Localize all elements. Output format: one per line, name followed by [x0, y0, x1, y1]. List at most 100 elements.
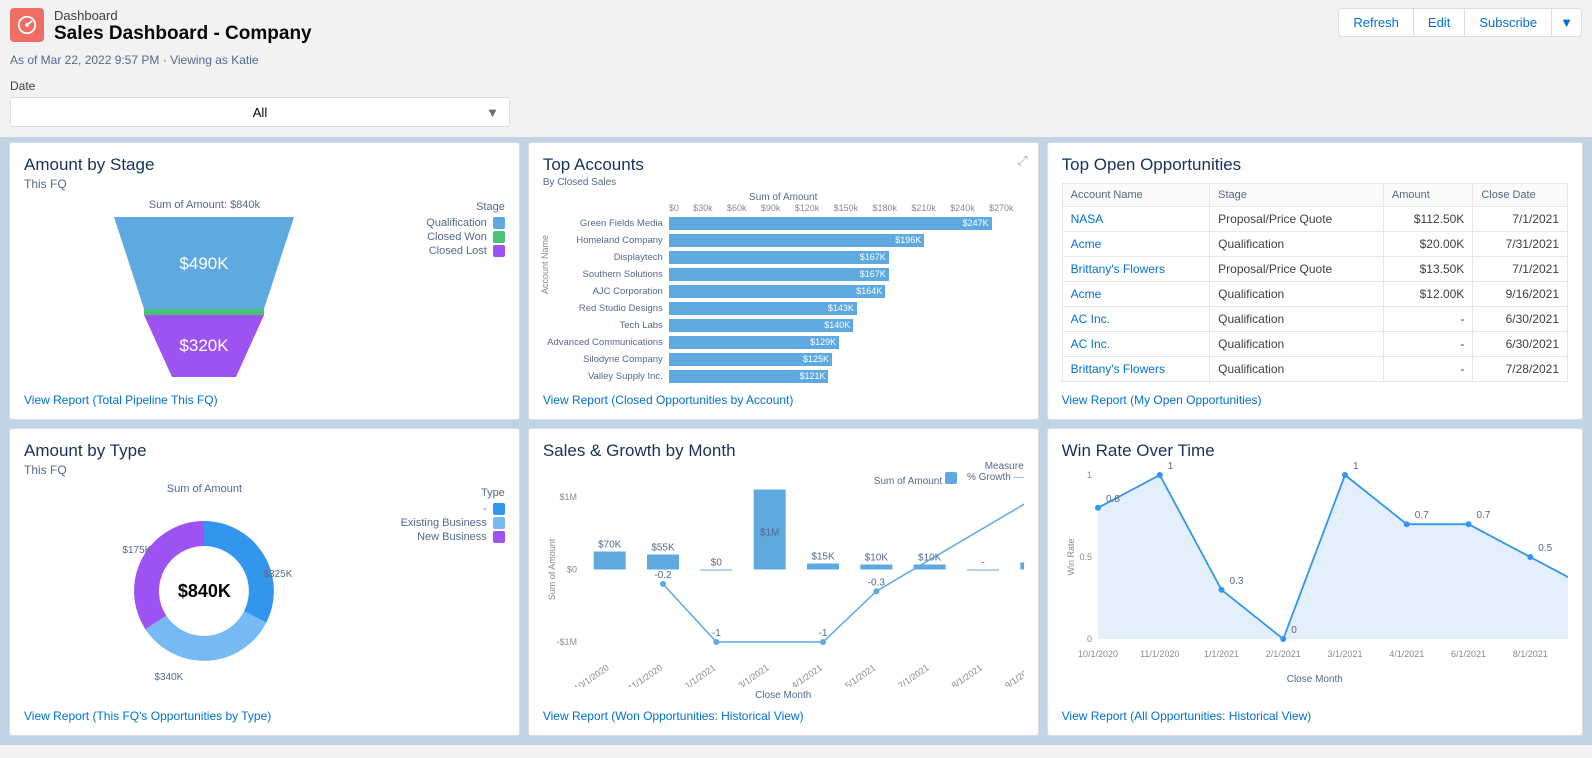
opportunities-table: Account NameStageAmountClose Date NASAPr…	[1062, 183, 1568, 382]
bars-x-axis: $0$30k$60k$90k$120k$150k$180k$210k$240k$…	[669, 203, 1024, 213]
bar-row: Red Studio Designs$143K	[543, 300, 1024, 316]
dashboard-icon	[10, 8, 44, 42]
svg-text:$490K: $490K	[180, 254, 230, 273]
svg-text:Win Rate: Win Rate	[1066, 538, 1076, 575]
table-header[interactable]: Amount	[1383, 184, 1472, 207]
view-report-link[interactable]: View Report (Closed Opportunities by Acc…	[543, 393, 1024, 407]
bars-title: Sum of Amount	[543, 192, 1024, 203]
chevron-down-icon: ▼	[486, 105, 499, 120]
edit-button[interactable]: Edit	[1413, 8, 1465, 37]
color-swatch	[493, 231, 505, 243]
expand-icon[interactable]: ⤢	[1017, 153, 1027, 169]
svg-text:0.3: 0.3	[1229, 576, 1243, 587]
legend-item: Qualification	[385, 217, 505, 229]
bars-y-label: Account Name	[540, 235, 550, 294]
svg-text:0.7: 0.7	[1414, 510, 1428, 521]
funnel-legend: Stage Qualification Closed Won Closed Lo…	[385, 191, 505, 259]
subscribe-button[interactable]: Subscribe	[1464, 8, 1552, 37]
svg-text:-1: -1	[818, 628, 827, 639]
card-subtitle: This FQ	[24, 177, 505, 191]
card-title: Amount by Type	[24, 441, 505, 461]
svg-text:1: 1	[1167, 461, 1173, 472]
table-header[interactable]: Close Date	[1473, 184, 1568, 207]
account-link[interactable]: Brittany's Flowers	[1062, 357, 1210, 382]
view-report-link[interactable]: View Report (All Opportunities: Historic…	[1062, 709, 1568, 723]
color-swatch	[493, 531, 505, 543]
card-subtitle: This FQ	[24, 463, 505, 477]
account-link[interactable]: Acme	[1062, 232, 1210, 257]
card-win-rate: Win Rate Over Time 10.50Win Rate0.810.30…	[1047, 428, 1583, 736]
refresh-button[interactable]: Refresh	[1338, 8, 1414, 37]
svg-text:10/1/2020: 10/1/2020	[572, 662, 611, 687]
card-subtitle: By Closed Sales	[543, 177, 1024, 188]
legend-item: % Growth —	[967, 472, 1024, 487]
bar-row: Green Fields Media$247K	[543, 215, 1024, 231]
table-header[interactable]: Stage	[1210, 184, 1384, 207]
bar-chart: Green Fields Media$247KHomeland Company$…	[543, 215, 1024, 384]
card-top-accounts: ⤢ Top Accounts By Closed Sales Sum of Am…	[528, 142, 1039, 420]
page-title: Sales Dashboard - Company	[54, 23, 1339, 45]
svg-text:0.7: 0.7	[1476, 510, 1490, 521]
legend-header: Type	[385, 487, 505, 499]
donut-legend: Type - Existing Business New Business	[385, 477, 505, 701]
svg-text:10/1/2020: 10/1/2020	[1078, 649, 1118, 659]
svg-text:-: -	[981, 558, 984, 569]
svg-text:5/1/2021: 5/1/2021	[843, 662, 877, 687]
view-report-link[interactable]: View Report (My Open Opportunities)	[1062, 393, 1568, 407]
card-title: Win Rate Over Time	[1062, 441, 1568, 461]
funnel-sum-label: Sum of Amount: $840k	[24, 199, 385, 211]
svg-text:$320K: $320K	[180, 336, 230, 355]
header-actions: Refresh Edit Subscribe ▼	[1339, 8, 1582, 37]
svg-text:8/1/2021: 8/1/2021	[1512, 649, 1547, 659]
svg-text:0: 0	[1087, 634, 1092, 644]
view-report-link[interactable]: View Report (This FQ's Opportunities by …	[24, 709, 505, 723]
account-link[interactable]: Acme	[1062, 282, 1210, 307]
donut-chart: $840K $175K $325K $340K	[114, 501, 294, 681]
line-swatch: —	[1014, 472, 1024, 483]
color-swatch	[493, 503, 505, 515]
donut-sum-label: Sum of Amount	[24, 483, 385, 495]
svg-text:$70K: $70K	[598, 540, 622, 551]
table-row: AcmeQualification$20.00K7/31/2021	[1062, 232, 1567, 257]
bar-row: Valley Supply Inc.$121K	[543, 368, 1024, 384]
legend-item: Existing Business	[385, 517, 505, 529]
legend-item: -	[385, 503, 505, 515]
account-link[interactable]: AC Inc.	[1062, 307, 1210, 332]
bar-row: Displaytech$167K	[543, 249, 1024, 265]
svg-text:Sum of Amount: Sum of Amount	[547, 538, 557, 600]
color-swatch	[945, 472, 957, 484]
svg-text:1/1/2021: 1/1/2021	[683, 662, 717, 687]
color-swatch	[493, 217, 505, 229]
svg-text:4/1/2021: 4/1/2021	[1389, 649, 1424, 659]
view-report-link[interactable]: View Report (Total Pipeline This FQ)	[24, 393, 505, 407]
table-row: Brittany's FlowersQualification-7/28/202…	[1062, 357, 1567, 382]
color-swatch	[493, 517, 505, 529]
table-row: AC Inc.Qualification-6/30/2021	[1062, 332, 1567, 357]
svg-text:-0.2: -0.2	[654, 570, 672, 581]
svg-text:$1M: $1M	[760, 528, 779, 539]
svg-text:0.8: 0.8	[1106, 494, 1120, 505]
svg-text:-0.3: -0.3	[868, 577, 886, 588]
svg-text:-$1M: -$1M	[556, 637, 577, 647]
table-row: NASAProposal/Price Quote$112.50K7/1/2021	[1062, 207, 1567, 232]
legend-header: Stage	[385, 201, 505, 213]
more-actions-button[interactable]: ▼	[1551, 8, 1582, 37]
dashboays-meta: As of Mar 22, 2022 9:57 PM · Viewing as …	[0, 53, 1592, 75]
bar-row: Advanced Communications$129K	[543, 334, 1024, 350]
page-subtitle: Dashboard	[54, 8, 1339, 23]
view-report-link[interactable]: View Report (Won Opportunities: Historic…	[543, 709, 1024, 723]
legend-item: New Business	[385, 531, 505, 543]
svg-text:1: 1	[1353, 461, 1359, 472]
svg-text:11/1/2020: 11/1/2020	[1140, 649, 1179, 659]
account-link[interactable]: AC Inc.	[1062, 332, 1210, 357]
card-title: Amount by Stage	[24, 155, 505, 175]
filter-value: All	[253, 105, 267, 120]
account-link[interactable]: Brittany's Flowers	[1062, 257, 1210, 282]
table-row: Brittany's FlowersProposal/Price Quote$1…	[1062, 257, 1567, 282]
account-link[interactable]: NASA	[1062, 207, 1210, 232]
card-sales-growth: Sales & Growth by Month Measure Sum of A…	[528, 428, 1039, 736]
table-header[interactable]: Account Name	[1062, 184, 1210, 207]
svg-text:$10K: $10K	[864, 553, 888, 564]
date-filter-select[interactable]: All ▼	[10, 97, 510, 127]
card-amount-by-stage: Amount by Stage This FQ Sum of Amount: $…	[9, 142, 520, 420]
